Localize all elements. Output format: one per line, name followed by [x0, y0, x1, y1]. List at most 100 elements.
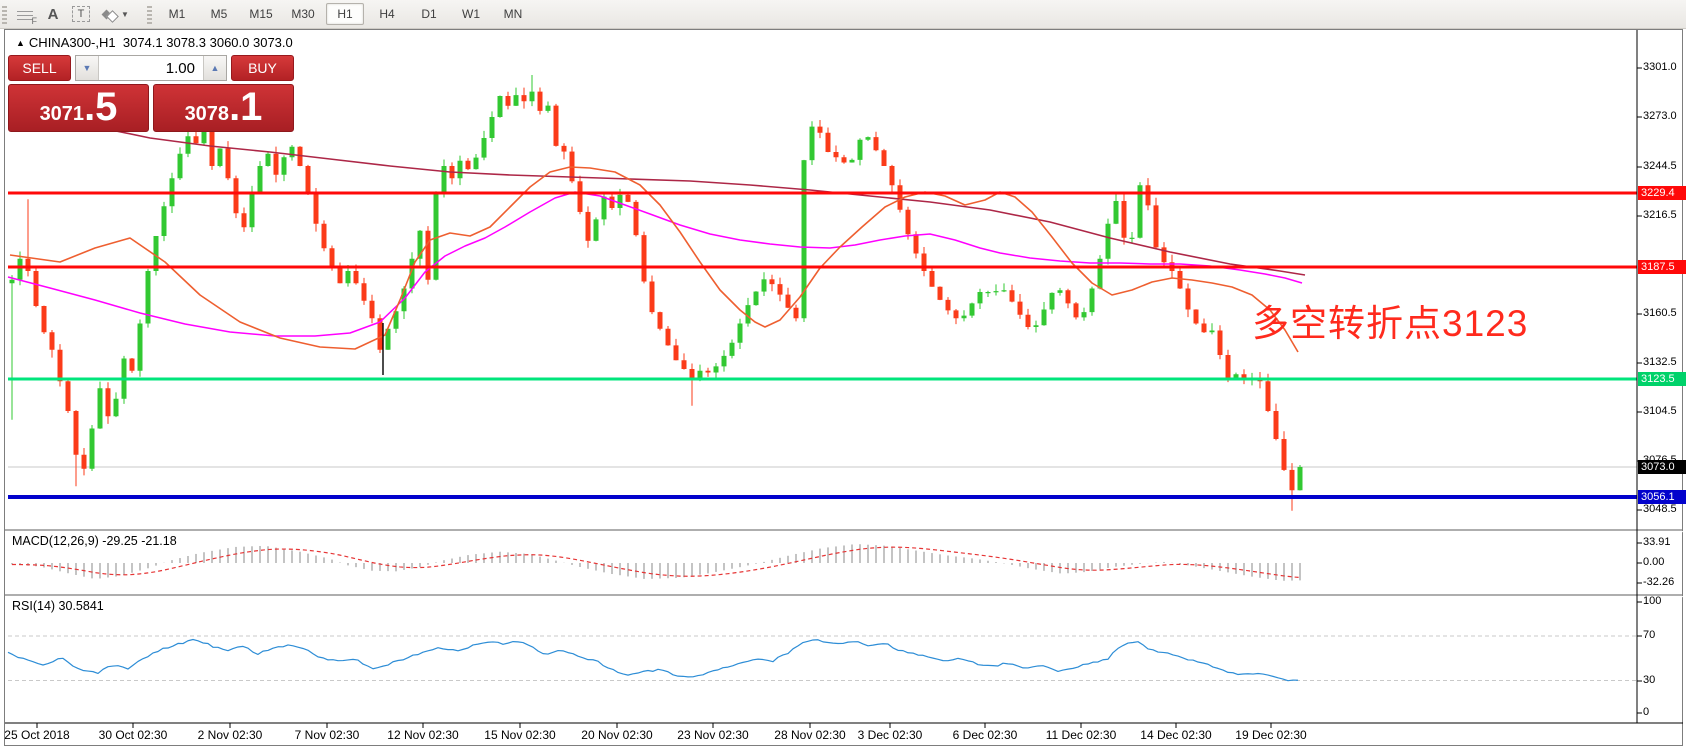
candle-body — [530, 92, 535, 102]
date-tick-label: 25 Oct 2018 — [4, 728, 69, 742]
candle-body — [290, 147, 295, 158]
date-tick-label: 23 Nov 02:30 — [677, 728, 748, 742]
candle-body — [986, 292, 991, 293]
candle-body — [882, 150, 887, 166]
candle-body — [514, 95, 519, 106]
candle-body — [1210, 331, 1215, 333]
chart-text-annotation[interactable]: 多空转折点3123 — [1252, 293, 1528, 347]
price-tag-3073.0: 3073.0 — [1638, 460, 1686, 474]
date-tick-label: 11 Dec 02:30 — [1046, 728, 1117, 742]
mt4-application-window: F A T ▼ M1M5M15M30H1H4D1W1MN ▲CHINA300-,… — [0, 0, 1686, 748]
candle-body — [1018, 302, 1023, 315]
collapse-arrow-icon: ▲ — [16, 38, 25, 48]
candle-body — [1290, 470, 1295, 490]
axis-tick-label: 0.00 — [1643, 556, 1664, 568]
candle-body — [826, 133, 831, 152]
volume-stepper: ▼ ▲ — [75, 55, 227, 81]
axis-tick-label: 3132.5 — [1643, 356, 1677, 368]
candle-body — [1130, 238, 1135, 239]
rsi-label: RSI(14) 30.5841 — [12, 599, 104, 613]
buy-price-main: 3078 — [185, 92, 230, 136]
axis-tick-label: 33.91 — [1643, 536, 1671, 548]
candle-body — [794, 308, 799, 319]
candle-body — [82, 455, 87, 469]
candle-body — [586, 212, 591, 241]
candle-body — [330, 248, 335, 266]
price-tag-3187.5: 3187.5 — [1638, 260, 1686, 274]
date-tick-label: 19 Dec 02:30 — [1235, 728, 1306, 742]
candle-body — [698, 371, 703, 379]
candle-body — [738, 324, 743, 343]
candle-body — [618, 195, 623, 208]
candle-body — [594, 219, 599, 240]
buy-button[interactable]: BUY — [231, 55, 294, 81]
candle-body — [1298, 467, 1303, 490]
candle-body — [74, 411, 79, 455]
candle-body — [786, 295, 791, 308]
candle-body — [370, 301, 375, 319]
candle-body — [1074, 303, 1079, 317]
candle-body — [762, 279, 767, 291]
candle-body — [1202, 324, 1207, 333]
candle-body — [466, 161, 471, 169]
candle-body — [26, 259, 31, 271]
candle-body — [1106, 224, 1111, 259]
candle-body — [1146, 185, 1151, 205]
axis-tick-label: 3244.5 — [1643, 160, 1677, 172]
candle-body — [1090, 289, 1095, 313]
ma-slow-line — [92, 126, 1305, 275]
candle-body — [218, 149, 223, 167]
axis-tick-label: 0 — [1643, 706, 1649, 718]
candle-body — [906, 210, 911, 235]
candle-body — [754, 292, 759, 306]
candle-body — [1282, 439, 1287, 470]
candle-body — [442, 166, 447, 192]
candle-body — [1050, 293, 1055, 310]
axis-tick-label: 3160.5 — [1643, 307, 1677, 319]
axis-tick-label: 3104.5 — [1643, 405, 1677, 417]
candle-body — [874, 137, 879, 150]
candle-body — [498, 96, 503, 117]
price-tag-3123.5: 3123.5 — [1638, 372, 1686, 386]
candle-body — [130, 359, 135, 371]
candle-body — [722, 356, 727, 367]
sell-price-pip: .5 — [84, 85, 117, 129]
date-tick-label: 6 Dec 02:30 — [953, 728, 1018, 742]
candle-body — [66, 381, 71, 411]
candle-body — [946, 300, 951, 311]
candle-body — [642, 235, 647, 281]
candle-body — [50, 332, 55, 350]
buy-price-display[interactable]: 3078.1 — [153, 84, 294, 132]
candle-body — [10, 280, 15, 284]
price-tag-3229.4: 3229.4 — [1638, 186, 1686, 200]
candle-body — [1154, 205, 1159, 247]
sell-button[interactable]: SELL — [8, 55, 71, 81]
candle-body — [810, 127, 815, 161]
candle-body — [1002, 290, 1007, 291]
candle-body — [954, 310, 959, 318]
candle-body — [314, 192, 319, 224]
candle-body — [898, 185, 903, 210]
candle-body — [706, 371, 711, 373]
candle-body — [250, 192, 255, 227]
candle-body — [186, 136, 191, 154]
candle-body — [634, 202, 639, 235]
candle-body — [834, 152, 839, 157]
volume-decrease-button[interactable]: ▼ — [76, 56, 99, 80]
axis-tick-label: 30 — [1643, 674, 1655, 686]
axis-tick-label: 70 — [1643, 629, 1655, 641]
candle-body — [562, 146, 567, 152]
sell-price-display[interactable]: 3071.5 — [8, 84, 149, 132]
candle-body — [42, 306, 47, 332]
volume-increase-button[interactable]: ▲ — [203, 56, 226, 80]
candle-body — [362, 283, 367, 301]
candle-body — [258, 166, 263, 192]
candle-body — [1114, 201, 1119, 224]
symbol-name: CHINA300-,H1 — [29, 35, 116, 50]
candle-body — [890, 166, 895, 185]
candle-body — [458, 161, 463, 179]
candle-body — [490, 117, 495, 138]
candle-body — [34, 271, 39, 306]
date-tick-label: 28 Nov 02:30 — [774, 728, 845, 742]
volume-input[interactable] — [99, 56, 203, 80]
